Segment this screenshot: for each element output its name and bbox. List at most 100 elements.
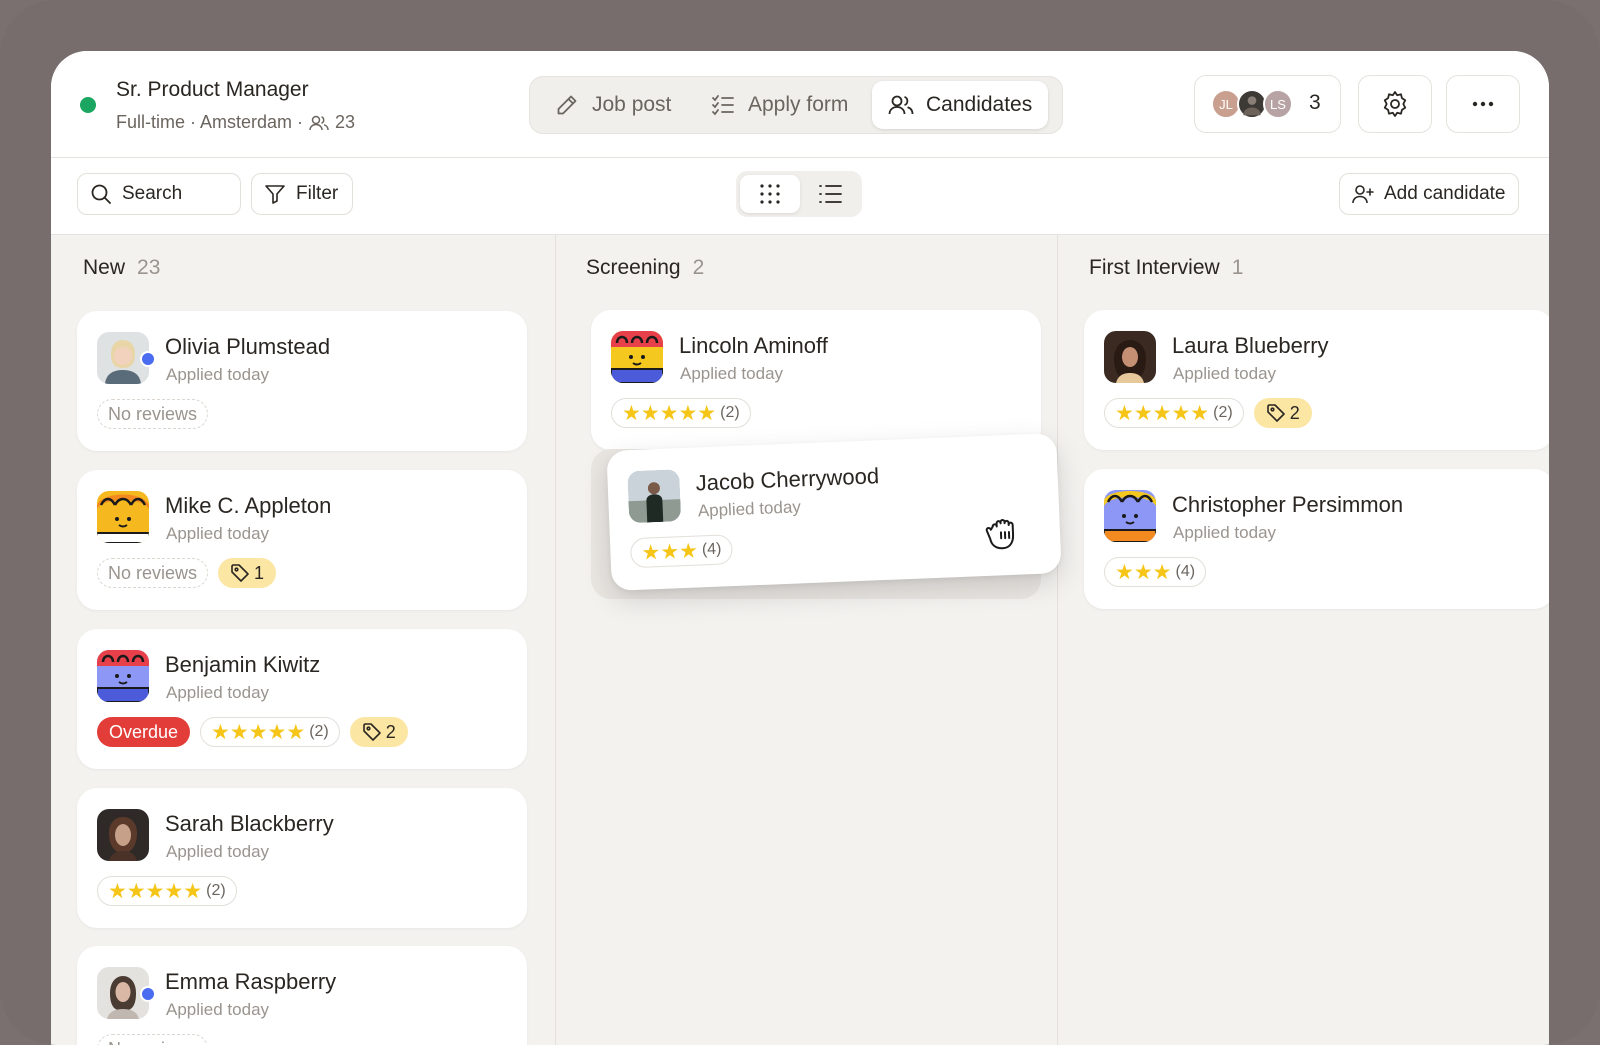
users-icon [309, 115, 329, 130]
rating-badge[interactable]: ★★★★★ (2) [611, 398, 751, 428]
no-reviews-badge: No reviews [97, 399, 209, 429]
star-rating: ★★★★★ [108, 879, 203, 903]
candidate-applied: Applied today [1173, 364, 1277, 383]
filter-icon [265, 185, 285, 204]
rating-badge[interactable]: ★★★★★ (2) [200, 717, 340, 747]
candidate-applied: Applied today [1173, 523, 1277, 542]
rating-badge[interactable]: ★★★★★ (2) [97, 876, 237, 906]
candidate-applied: Applied today [166, 524, 270, 543]
review-count: (4) [1175, 563, 1196, 580]
add-candidate-label: Add candidate [1384, 183, 1506, 204]
search-icon [91, 184, 111, 204]
settings-button[interactable] [1358, 75, 1432, 133]
star-rating: ★★★ [1115, 560, 1172, 584]
candidate-card[interactable]: Olivia Plumstead Applied today No review… [77, 311, 527, 451]
team-count: 3 [1309, 91, 1321, 114]
cartoon-face-icon [97, 650, 149, 702]
candidate-avatar [1104, 331, 1156, 383]
pencil-icon [557, 95, 577, 115]
tags-count: 2 [1289, 402, 1300, 423]
review-count: (2) [720, 404, 740, 421]
filter-label: Filter [296, 183, 339, 204]
list-icon [819, 185, 842, 203]
candidate-applied: Applied today [166, 1000, 270, 1019]
candidate-name: Laura Blueberry [1172, 333, 1329, 358]
top-bar: Sr. Product Manager Full-time · Amsterda… [51, 51, 1549, 158]
candidate-count: 23 [335, 112, 356, 132]
candidate-applied: Applied today [697, 497, 802, 521]
add-candidate-button[interactable]: Add candidate [1339, 173, 1519, 215]
rating-badge[interactable]: ★★★★★ (2) [1104, 398, 1244, 428]
tags-count: 2 [385, 721, 396, 742]
review-count: (2) [1213, 404, 1233, 421]
board-toolbar: Search Filter Add candidate [51, 158, 1549, 235]
candidate-avatar [97, 491, 149, 543]
star-rating: ★★★★★ [622, 401, 717, 425]
rating-badge[interactable]: ★★★ (4) [629, 534, 734, 569]
candidate-name: Christopher Persimmon [1172, 492, 1404, 517]
person-photo-icon [97, 809, 149, 861]
device-frame: Sr. Product Manager Full-time · Amsterda… [0, 0, 1600, 1045]
tab-job-post[interactable]: Job post [538, 81, 687, 129]
candidate-avatar [97, 650, 149, 702]
search-button[interactable]: Search [77, 173, 241, 215]
tags-count: 1 [254, 562, 265, 583]
cartoon-face-icon [1104, 490, 1156, 542]
candidate-card[interactable]: Emma Raspberry Applied today No reviews [77, 946, 527, 1045]
team-avatar-ls: LS [1263, 89, 1293, 119]
candidate-avatar [1104, 490, 1156, 542]
tags-badge[interactable]: 2 [1253, 398, 1312, 428]
column-header-new: New 23 [83, 256, 160, 280]
tab-apply-form[interactable]: Apply form [694, 81, 864, 129]
overdue-badge: Overdue [97, 717, 191, 747]
candidate-card[interactable]: Mike C. Appleton Applied today No review… [77, 470, 527, 610]
candidate-card[interactable]: Laura Blueberry Applied today ★★★★★ (2) … [1084, 310, 1549, 450]
column-count: 23 [137, 256, 161, 279]
candidate-card[interactable]: Sarah Blackberry Applied today ★★★★★ (2) [77, 788, 527, 928]
tab-label: Job post [592, 93, 672, 116]
job-meta-text: Full-time · Amsterdam · [116, 112, 304, 132]
no-reviews-badge: No reviews [97, 1034, 209, 1045]
board-view-button[interactable] [740, 175, 800, 213]
candidate-card[interactable]: Benjamin Kiwitz Applied today Overdue ★★… [77, 629, 527, 769]
review-count: (2) [206, 882, 226, 899]
candidate-name: Emma Raspberry [165, 969, 337, 994]
new-indicator-dot [140, 351, 156, 367]
cartoon-face-icon [611, 331, 663, 383]
candidate-applied: Applied today [166, 365, 270, 384]
tab-label: Apply form [748, 93, 849, 116]
search-label: Search [122, 183, 183, 204]
filter-button[interactable]: Filter [251, 173, 353, 215]
app-window: Sr. Product Manager Full-time · Amsterda… [51, 51, 1549, 1045]
job-status-dot [80, 97, 96, 113]
candidate-card[interactable]: Christopher Persimmon Applied today ★★★ … [1084, 469, 1549, 609]
candidate-name: Lincoln Aminoff [679, 333, 828, 358]
column-title: New [83, 256, 126, 279]
candidate-card[interactable]: Lincoln Aminoff Applied today ★★★★★ (2) [591, 310, 1041, 450]
review-count: (2) [309, 723, 329, 740]
tab-label: Candidates [926, 93, 1033, 116]
team-members-button[interactable]: JL LS 3 [1194, 75, 1341, 133]
tags-badge[interactable]: 1 [218, 558, 277, 588]
tags-badge[interactable]: 2 [349, 717, 408, 747]
list-view-button[interactable] [800, 175, 860, 213]
tag-icon [1266, 404, 1285, 422]
grab-cursor-icon [985, 519, 1015, 550]
gear-icon [1383, 91, 1407, 117]
column-header-first-interview: First Interview 1 [1089, 256, 1243, 280]
more-dots-icon [1472, 101, 1494, 107]
page-tabs: Job post Apply form Candidates [529, 76, 1063, 134]
rating-badge[interactable]: ★★★ (4) [1104, 557, 1207, 587]
candidate-name: Mike C. Appleton [165, 493, 332, 518]
column-divider [1057, 235, 1058, 1045]
more-options-button[interactable] [1446, 75, 1520, 133]
star-rating: ★★★★★ [211, 720, 306, 744]
dragged-candidate-card[interactable]: Jacob Cherrywood Applied today ★★★ (4) [606, 433, 1062, 591]
cartoon-face-icon [97, 491, 149, 543]
person-photo-icon [1104, 331, 1156, 383]
star-rating: ★★★ [641, 539, 699, 565]
tab-candidates[interactable]: Candidates [872, 81, 1049, 129]
no-reviews-badge: No reviews [97, 558, 209, 588]
candidate-avatar [627, 469, 682, 524]
add-user-icon [1352, 185, 1374, 204]
